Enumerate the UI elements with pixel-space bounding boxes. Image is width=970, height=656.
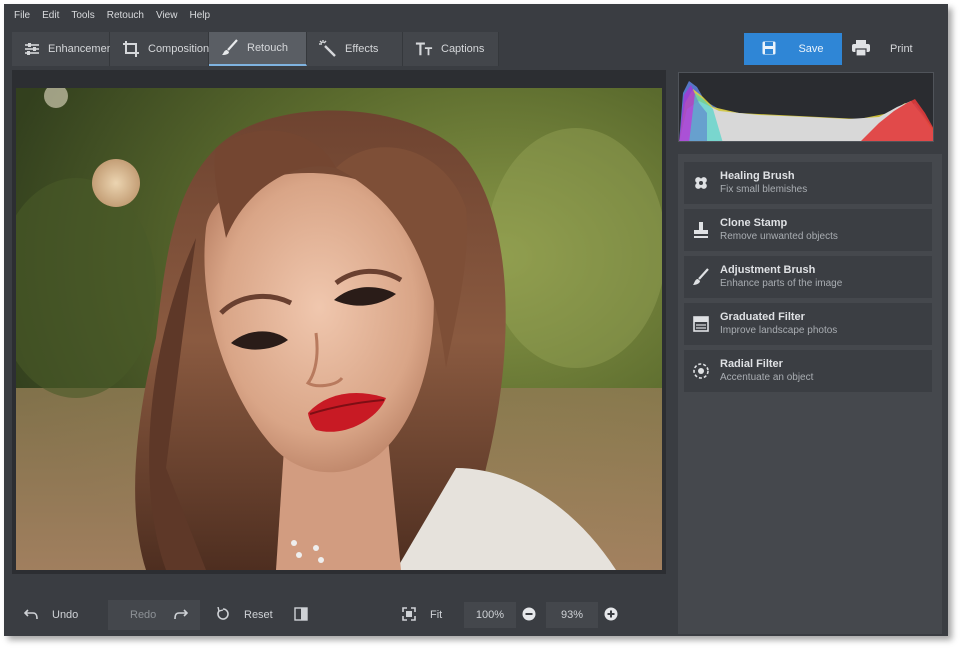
compare-button[interactable] (292, 600, 332, 630)
printer-icon (852, 39, 870, 59)
tab-label: Enhancement (48, 43, 116, 55)
tab-label: Composition (148, 43, 210, 55)
redo-label: Redo (130, 609, 157, 621)
brush-icon (221, 39, 239, 57)
tool-description: Enhance parts of the image (720, 278, 843, 289)
reset-label: Reset (244, 609, 273, 621)
portrait-photo (16, 88, 662, 570)
undo-label: Undo (52, 609, 79, 621)
menu-tools[interactable]: Tools (71, 10, 94, 21)
tool-title: Adjustment Brush (720, 264, 816, 276)
undo-icon (23, 608, 38, 623)
save-button[interactable]: Save (744, 33, 842, 65)
tab-enhancement[interactable]: Enhancement (12, 32, 116, 66)
tool-title: Healing Brush (720, 170, 795, 182)
tool-title: Graduated Filter (720, 311, 805, 323)
plus-icon (604, 607, 618, 624)
zoom-level-field[interactable]: 93% (546, 602, 598, 628)
menu-help[interactable]: Help (189, 10, 210, 21)
tab-captions[interactable]: Captions (403, 32, 499, 66)
magic-wand-icon (319, 40, 337, 58)
fit-label: Fit (430, 609, 443, 621)
graduated-filter-icon (692, 315, 710, 333)
tool-description: Remove unwanted objects (720, 231, 838, 242)
menu-view[interactable]: View (156, 10, 178, 21)
histogram (678, 72, 934, 142)
undo-button[interactable]: Undo (12, 600, 108, 630)
save-label: Save (798, 43, 824, 55)
clone-stamp-icon (692, 221, 710, 239)
tool-description: Fix small blemishes (720, 184, 808, 195)
tool-clone-stamp[interactable]: Clone Stamp Remove unwanted objects (684, 209, 932, 251)
radial-filter-icon (692, 362, 710, 380)
zoom-in-button[interactable] (598, 600, 628, 630)
floppy-disk-icon (762, 41, 776, 58)
tool-adjustment-brush[interactable]: Adjustment Brush Enhance parts of the im… (684, 256, 932, 298)
enhancement-icon (24, 40, 40, 58)
zoom-out-button[interactable] (516, 600, 546, 630)
bottom-toolbar: Undo Redo Reset Fit 100% 93% (12, 600, 666, 630)
tool-title: Radial Filter (720, 358, 783, 370)
tab-retouch[interactable]: Retouch (209, 32, 307, 66)
fit-button[interactable]: Fit (394, 600, 464, 630)
menu-bar: File Edit Tools Retouch View Help (4, 4, 948, 26)
tool-healing-brush[interactable]: Healing Brush Fix small blemishes (684, 162, 932, 204)
menu-file[interactable]: File (14, 10, 30, 21)
retouch-tools-panel: Healing Brush Fix small blemishes Clone … (678, 154, 942, 634)
text-icon (415, 40, 433, 58)
crop-icon (122, 40, 140, 58)
tool-title: Clone Stamp (720, 217, 788, 229)
image-canvas[interactable] (12, 70, 666, 574)
zoom-100-button[interactable]: 100% (464, 602, 516, 628)
tool-radial-filter[interactable]: Radial Filter Accentuate an object (684, 350, 932, 392)
tab-label: Captions (441, 43, 485, 55)
print-button[interactable]: Print (846, 33, 942, 65)
tab-effects[interactable]: Effects (307, 32, 403, 66)
minus-icon (522, 607, 536, 624)
reset-icon (216, 606, 230, 624)
redo-button[interactable]: Redo (108, 600, 200, 630)
healing-brush-icon (692, 174, 710, 192)
tab-label: Effects (345, 43, 379, 55)
mode-tabs: Enhancement Composition Retouch Effects … (12, 32, 499, 66)
redo-icon (174, 608, 189, 623)
menu-edit[interactable]: Edit (42, 10, 59, 21)
tool-description: Improve landscape photos (720, 325, 838, 336)
before-after-icon (294, 606, 308, 624)
adjustment-brush-icon (692, 268, 710, 286)
menu-retouch[interactable]: Retouch (107, 10, 144, 21)
fit-to-screen-icon (402, 606, 416, 624)
reset-button[interactable]: Reset (200, 600, 292, 630)
app-window: File Edit Tools Retouch View Help Enhanc… (4, 4, 948, 636)
tab-composition[interactable]: Composition (110, 32, 209, 66)
tool-graduated-filter[interactable]: Graduated Filter Improve landscape photo… (684, 303, 932, 345)
tab-label: Retouch (247, 42, 288, 54)
print-label: Print (890, 43, 913, 55)
tool-description: Accentuate an object (720, 372, 814, 383)
